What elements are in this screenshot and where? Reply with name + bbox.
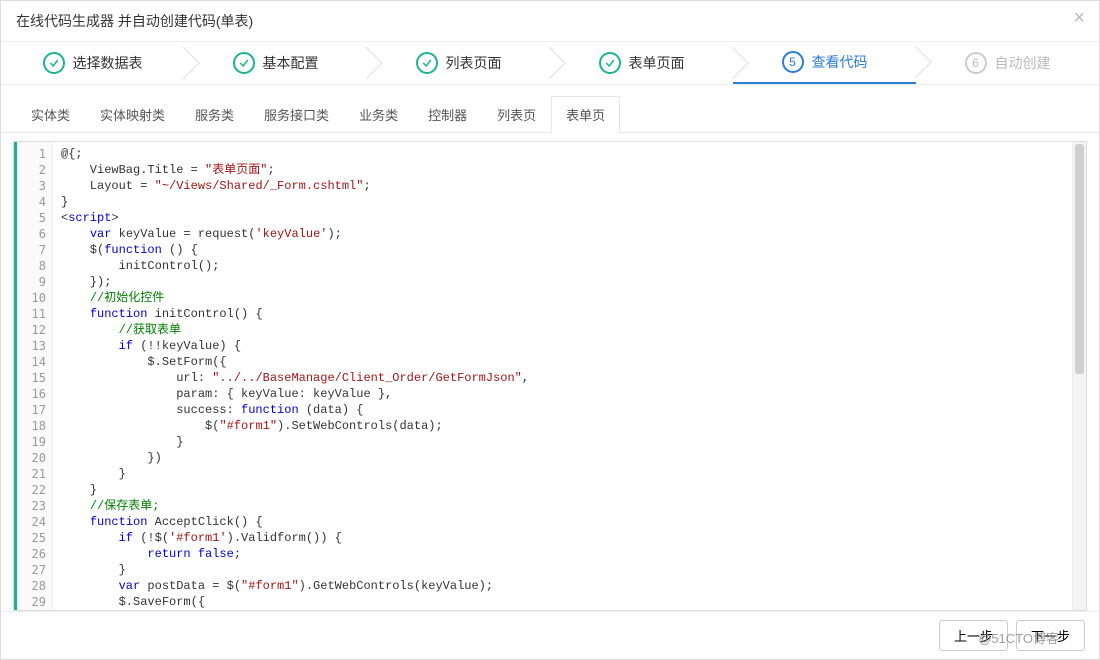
step-label: 表单页面 xyxy=(629,53,685,73)
step-label: 查看代码 xyxy=(812,52,868,72)
dialog-titlebar: 在线代码生成器 并自动创建代码(单表) × xyxy=(1,1,1099,41)
code-line: if (!!keyValue) { xyxy=(61,338,1064,354)
step-number-icon: 5 xyxy=(782,51,804,73)
code-line: } xyxy=(61,482,1064,498)
code-line: $("#form1").SetWebControls(data); xyxy=(61,418,1064,434)
wizard-step-1[interactable]: 选择数据表 xyxy=(1,42,184,84)
code-tab-3[interactable]: 服务接口类 xyxy=(249,96,344,133)
step-label: 自动创建 xyxy=(995,53,1051,73)
code-area[interactable]: @{; ViewBag.Title = "表单页面"; Layout = "~/… xyxy=(53,142,1072,610)
check-icon xyxy=(233,52,255,74)
code-line: param: { keyValue: keyValue }, xyxy=(61,386,1064,402)
line-number-gutter: 1 2 3 4 5 6 7 8 9 10 11 12 13 14 15 16 1… xyxy=(17,142,53,610)
close-icon[interactable]: × xyxy=(1073,7,1085,30)
step-label: 基本配置 xyxy=(263,53,319,73)
dialog-footer: @@51CTO博客51CTO博客 上一步 下一步 xyxy=(1,611,1099,659)
code-tab-4[interactable]: 业务类 xyxy=(344,96,413,133)
vertical-scrollbar[interactable] xyxy=(1072,142,1086,610)
code-line: var keyValue = request('keyValue'); xyxy=(61,226,1064,242)
code-line: function AcceptClick() { xyxy=(61,514,1064,530)
code-line: $.SetForm({ xyxy=(61,354,1064,370)
code-generator-dialog: 在线代码生成器 并自动创建代码(单表) × 选择数据表 基本配置 列表页面 表单页面 5… xyxy=(0,0,1100,660)
code-line: <script> xyxy=(61,210,1064,226)
check-icon xyxy=(416,52,438,74)
wizard-step-4[interactable]: 表单页面 xyxy=(550,42,733,84)
code-line: }) xyxy=(61,450,1064,466)
next-button[interactable]: 下一步 xyxy=(1016,620,1085,651)
code-line: //保存表单; xyxy=(61,498,1064,514)
code-line: initControl(); xyxy=(61,258,1064,274)
scroll-thumb[interactable] xyxy=(1075,144,1084,374)
wizard-step-2[interactable]: 基本配置 xyxy=(184,42,367,84)
code-line: success: function (data) { xyxy=(61,402,1064,418)
code-tab-2[interactable]: 服务类 xyxy=(180,96,249,133)
prev-button[interactable]: 上一步 xyxy=(939,620,1008,651)
code-tabs: 实体类实体映射类服务类服务接口类业务类控制器列表页表单页 xyxy=(1,85,1099,133)
dialog-title: 在线代码生成器 并自动创建代码(单表) xyxy=(16,13,253,29)
code-tab-7[interactable]: 表单页 xyxy=(551,96,620,133)
step-label: 列表页面 xyxy=(446,53,502,73)
code-line: ViewBag.Title = "表单页面"; xyxy=(61,162,1064,178)
step-number-icon: 6 xyxy=(965,52,987,74)
check-icon xyxy=(43,52,65,74)
wizard-step-6: 6 自动创建 xyxy=(916,42,1099,84)
code-line: url: "../../BaseManage/Client_Order/GetF… xyxy=(61,370,1064,386)
code-line: //初始化控件 xyxy=(61,290,1064,306)
step-label: 选择数据表 xyxy=(73,53,143,73)
code-line: } xyxy=(61,466,1064,482)
code-line: if (!$('#form1').Validform()) { xyxy=(61,530,1064,546)
wizard-steps: 选择数据表 基本配置 列表页面 表单页面 5 查看代码 6 自动创建 xyxy=(1,41,1099,85)
wizard-step-3[interactable]: 列表页面 xyxy=(367,42,550,84)
code-line: Layout = "~/Views/Shared/_Form.cshtml"; xyxy=(61,178,1064,194)
code-line: $(function () { xyxy=(61,242,1064,258)
code-line: $.SaveForm({ xyxy=(61,594,1064,610)
code-line: } xyxy=(61,562,1064,578)
code-tab-1[interactable]: 实体映射类 xyxy=(85,96,180,133)
code-line: var postData = $("#form1").GetWebControl… xyxy=(61,578,1064,594)
code-line: } xyxy=(61,194,1064,210)
code-tab-6[interactable]: 列表页 xyxy=(482,96,551,133)
code-line: return false; xyxy=(61,546,1064,562)
code-line: }); xyxy=(61,274,1064,290)
code-line: function initControl() { xyxy=(61,306,1064,322)
check-icon xyxy=(599,52,621,74)
code-tab-0[interactable]: 实体类 xyxy=(16,96,85,133)
code-line: //获取表单 xyxy=(61,322,1064,338)
code-editor: 1 2 3 4 5 6 7 8 9 10 11 12 13 14 15 16 1… xyxy=(13,141,1087,611)
code-tab-5[interactable]: 控制器 xyxy=(413,96,482,133)
code-line: @{; xyxy=(61,146,1064,162)
code-line: } xyxy=(61,434,1064,450)
wizard-step-5[interactable]: 5 查看代码 xyxy=(733,42,916,84)
